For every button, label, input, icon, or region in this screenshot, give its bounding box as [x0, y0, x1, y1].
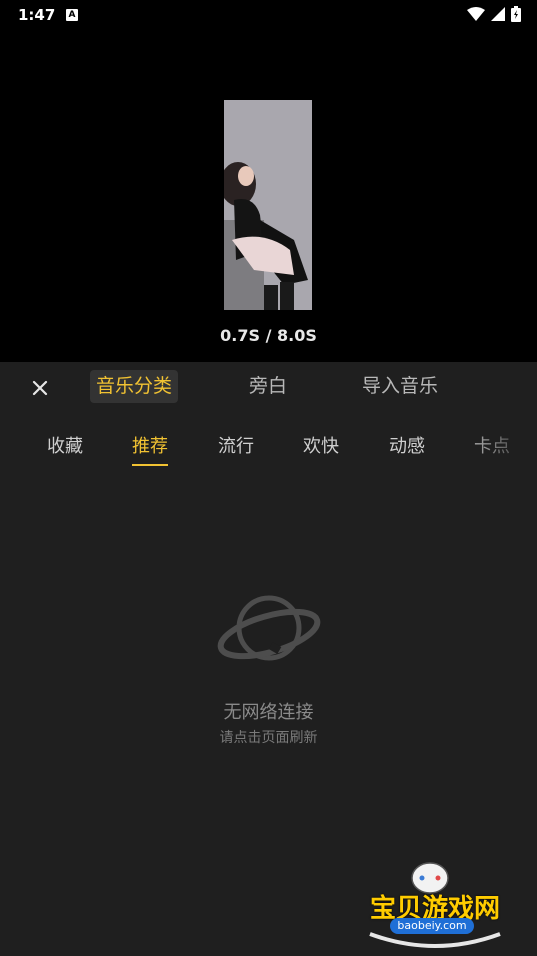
status-time: 1:47 [18, 6, 56, 24]
tab-music-category[interactable]: 音乐分类 [90, 370, 179, 403]
notification-a-icon: A [66, 9, 78, 21]
empty-state-title: 无网络连接 [223, 702, 314, 723]
category-popular[interactable]: 流行 [218, 432, 254, 458]
category-favorites[interactable]: 收藏 [47, 432, 83, 458]
tab-narration[interactable]: 旁白 [249, 370, 287, 403]
video-thumbnail [224, 100, 312, 310]
playback-time: 0.7S / 8.0S [220, 326, 317, 345]
video-preview: 0.7S / 8.0S [0, 32, 537, 362]
active-tab-indicator [132, 464, 168, 466]
planet-icon[interactable] [214, 586, 324, 670]
status-icons [467, 6, 521, 22]
category-cheerful[interactable]: 欢快 [303, 432, 339, 458]
watermark-logo: 宝贝游戏网 baobeiy.com [360, 858, 510, 950]
status-bar: 1:47 A [0, 0, 537, 32]
signal-icon [491, 7, 505, 21]
category-dynamic[interactable]: 动感 [389, 432, 425, 458]
tabs-fade [457, 422, 537, 462]
close-icon[interactable] [28, 376, 52, 400]
empty-state-subtitle[interactable]: 请点击页面刷新 [0, 727, 537, 747]
category-recommended[interactable]: 推荐 [132, 432, 168, 458]
wifi-icon [467, 7, 485, 21]
video-frame[interactable] [224, 100, 312, 310]
watermark-domain: baobeiy.com [390, 918, 474, 934]
tab-import-music[interactable]: 导入音乐 [362, 370, 438, 403]
battery-icon [511, 6, 521, 22]
